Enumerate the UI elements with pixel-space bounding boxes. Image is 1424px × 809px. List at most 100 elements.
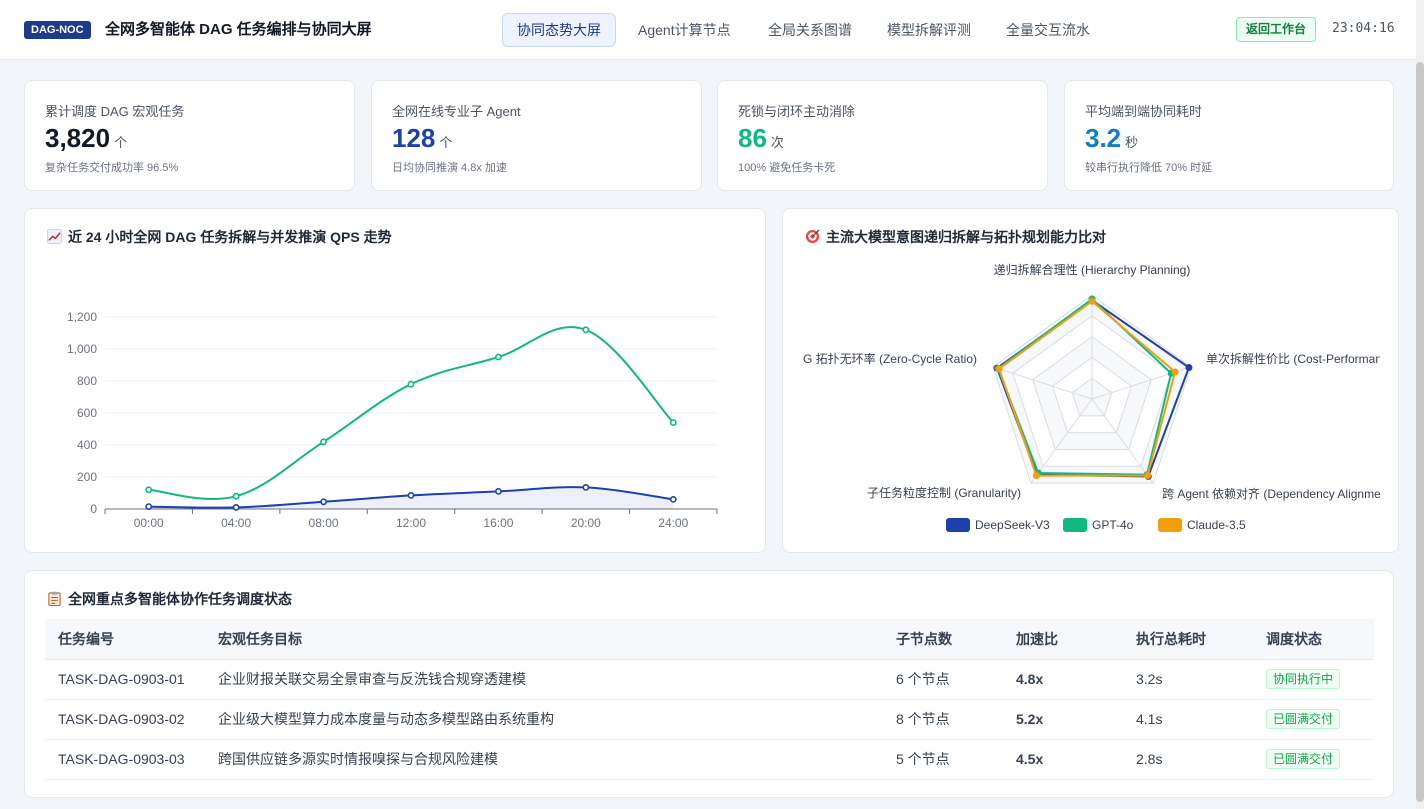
radar-indicator-label: DAG 拓扑无环率 (Zero-Cycle Ratio) <box>786 351 977 366</box>
task-id: TASK-DAG-0903-02 <box>45 699 205 740</box>
kpi-label: 死锁与闭环主动消除 <box>738 104 856 119</box>
radar-indicator-label: 单次拆解性价比 (Cost-Performance) <box>1206 351 1380 366</box>
brand-badge: DAG-NOC <box>24 21 91 39</box>
kpi-note: 较串行执行降低 70% 时延 <box>1085 162 1213 174</box>
kpi-card-online-agents: 全网在线专业子 Agent 128 个 日均协同推演 4.8x 加速 <box>371 80 702 191</box>
column-header[interactable]: 调度状态 <box>1253 619 1374 660</box>
legend-label: DeepSeek-V3 <box>975 518 1050 532</box>
radar-indicator-label: 递归拆解合理性 (Hierarchy Planning) <box>994 262 1191 277</box>
panel-title: 全网重点多智能体协作任务调度状态 <box>47 589 292 609</box>
tab-situation-screen[interactable]: 协同态势大屏 <box>502 13 616 47</box>
radar-point <box>995 365 1003 373</box>
y-tick-label: 1,200 <box>67 310 97 324</box>
tab-agent-nodes[interactable]: Agent计算节点 <box>638 13 731 47</box>
scrollbar[interactable] <box>1416 0 1424 809</box>
radar-point <box>1032 472 1040 480</box>
task-id: TASK-DAG-0903-01 <box>45 659 205 700</box>
speedup: 4.8x <box>1003 659 1123 700</box>
data-point <box>495 353 502 361</box>
data-point <box>495 487 502 495</box>
data-point <box>320 498 327 506</box>
column-header[interactable]: 宏观任务目标 <box>205 619 883 660</box>
task-goal: 企业财报关联交易全景审查与反洗钱合规穿透建模 <box>205 659 883 700</box>
legend-swatch <box>946 518 970 532</box>
x-tick-label: 24:00 <box>658 516 688 530</box>
model-radar-panel: 主流大模型意图递归拆解与拓扑规划能力比对 递归拆解合理性 (Hierarchy … <box>782 208 1399 553</box>
task-table-panel: 全网重点多智能体协作任务调度状态 任务编号 宏观任务目标 子节点数 加速比 执行… <box>24 570 1394 798</box>
clock: 23:04:16 <box>1332 21 1395 36</box>
table-header-row: 任务编号 宏观任务目标 子节点数 加速比 执行总耗时 调度状态 <box>45 619 1374 660</box>
y-tick-label: 0 <box>90 502 97 516</box>
legend-label: Claude-3.5 <box>1187 518 1246 532</box>
column-header[interactable]: 任务编号 <box>45 619 205 660</box>
duration: 2.8s <box>1123 739 1253 780</box>
y-tick-label: 200 <box>77 470 97 484</box>
status-badge: 已圆满交付 <box>1266 749 1341 769</box>
kpi-card-dag-tasks: 累计调度 DAG 宏观任务 3,820 个 复杂任务交付成功率 96.5% <box>24 80 355 191</box>
kpi-label: 全网在线专业子 Agent <box>392 104 521 119</box>
task-goal: 跨国供应链多源实时情报嗅探与合规风险建模 <box>205 739 883 780</box>
status-cell: 协同执行中 <box>1253 659 1374 700</box>
task-goal: 企业级大模型算力成本度量与动态多模型路由系统重构 <box>205 699 883 740</box>
tab-relation-graph[interactable]: 全局关系图谱 <box>768 13 852 47</box>
tab-interaction-log[interactable]: 全量交互流水 <box>1006 13 1090 47</box>
kpi-note: 100% 避免任务卡死 <box>738 162 836 174</box>
back-to-workbench-button[interactable]: 返回工作台 <box>1236 17 1317 42</box>
data-point <box>320 438 327 446</box>
x-tick-label: 12:00 <box>396 516 426 530</box>
radar-indicator-label: 跨 Agent 依赖对齐 (Dependency Alignment) <box>1162 486 1380 501</box>
top-bar: DAG-NOC 全网多智能体 DAG 任务编排与协同大屏 协同态势大屏 Agen… <box>0 0 1416 60</box>
data-point <box>145 503 153 510</box>
x-tick-label: 04:00 <box>221 516 251 530</box>
radar-point <box>1088 297 1096 305</box>
kpi-card-deadlock-removal: 死锁与闭环主动消除 86 次 100% 避免任务卡死 <box>717 80 1048 191</box>
kpi-label: 平均端到端协同耗时 <box>1085 104 1203 119</box>
radar-indicator-label: 子任务粒度控制 (Granularity) <box>867 485 1021 500</box>
kpi-card-latency: 平均端到端协同耗时 3.2 秒 较串行执行降低 70% 时延 <box>1064 80 1394 191</box>
x-tick-label: 00:00 <box>134 516 164 530</box>
radar-point <box>1144 472 1152 480</box>
y-tick-label: 600 <box>77 406 97 420</box>
column-header[interactable]: 加速比 <box>1003 619 1123 660</box>
kpi-value: 3.2 秒 <box>1085 123 1139 153</box>
legend-label: GPT-4o <box>1092 518 1134 532</box>
table-row[interactable]: TASK-DAG-0903-01 企业财报关联交易全景审查与反洗钱合规穿透建模 … <box>45 659 1374 700</box>
node-count: 5 个节点 <box>883 739 1003 780</box>
data-point <box>582 483 590 491</box>
legend-swatch <box>1158 518 1182 532</box>
data-point <box>407 380 415 388</box>
y-tick-label: 1,000 <box>67 342 97 356</box>
tab-model-eval[interactable]: 模型拆解评测 <box>887 13 971 47</box>
qps-line-chart: 0 200 400 600 800 1,000 1,200 00:00 04:00 08:00 12… <box>67 310 718 530</box>
speedup: 4.5x <box>1003 739 1123 780</box>
y-tick-label: 400 <box>77 438 97 452</box>
task-id: TASK-DAG-0903-03 <box>45 739 205 780</box>
data-point <box>669 495 677 503</box>
column-header[interactable]: 子节点数 <box>883 619 1003 660</box>
kpi-value: 86 次 <box>738 123 784 153</box>
status-badge: 已圆满交付 <box>1266 709 1341 729</box>
status-cell: 已圆满交付 <box>1253 739 1374 780</box>
node-count: 8 个节点 <box>883 699 1003 740</box>
radar-point <box>1185 364 1193 372</box>
table-row[interactable]: TASK-DAG-0903-02 企业级大模型算力成本度量与动态多模型路由系统重… <box>45 699 1374 740</box>
table-row[interactable]: TASK-DAG-0903-03 跨国供应链多源实时情报嗅探与合规风险建模 5 … <box>45 739 1374 780</box>
status-cell: 已圆满交付 <box>1253 699 1374 740</box>
task-table: 任务编号 宏观任务目标 子节点数 加速比 执行总耗时 调度状态 TASK-DAG… <box>45 619 1374 780</box>
page-title: 全网多智能体 DAG 任务编排与协同大屏 <box>105 21 372 38</box>
kpi-note: 复杂任务交付成功率 96.5% <box>45 162 179 174</box>
data-point <box>669 419 677 426</box>
y-tick-label: 800 <box>77 374 97 388</box>
speedup: 5.2x <box>1003 699 1123 740</box>
x-tick-label: 08:00 <box>309 516 339 530</box>
clipboard-icon <box>48 591 61 606</box>
kpi-value: 3,820 个 <box>45 123 128 153</box>
duration: 3.2s <box>1123 659 1253 700</box>
column-header[interactable]: 执行总耗时 <box>1123 619 1253 660</box>
kpi-label: 累计调度 DAG 宏观任务 <box>45 104 185 119</box>
qps-trend-panel: 近 24 小时全网 DAG 任务拆解与并发推演 QPS 走势 0 200 400 60… <box>24 208 766 553</box>
kpi-note: 日均协同推演 4.8x 加速 <box>392 162 507 174</box>
duration: 4.1s <box>1123 699 1253 740</box>
data-point <box>232 503 240 511</box>
scroll-thumb[interactable] <box>1416 62 1424 802</box>
